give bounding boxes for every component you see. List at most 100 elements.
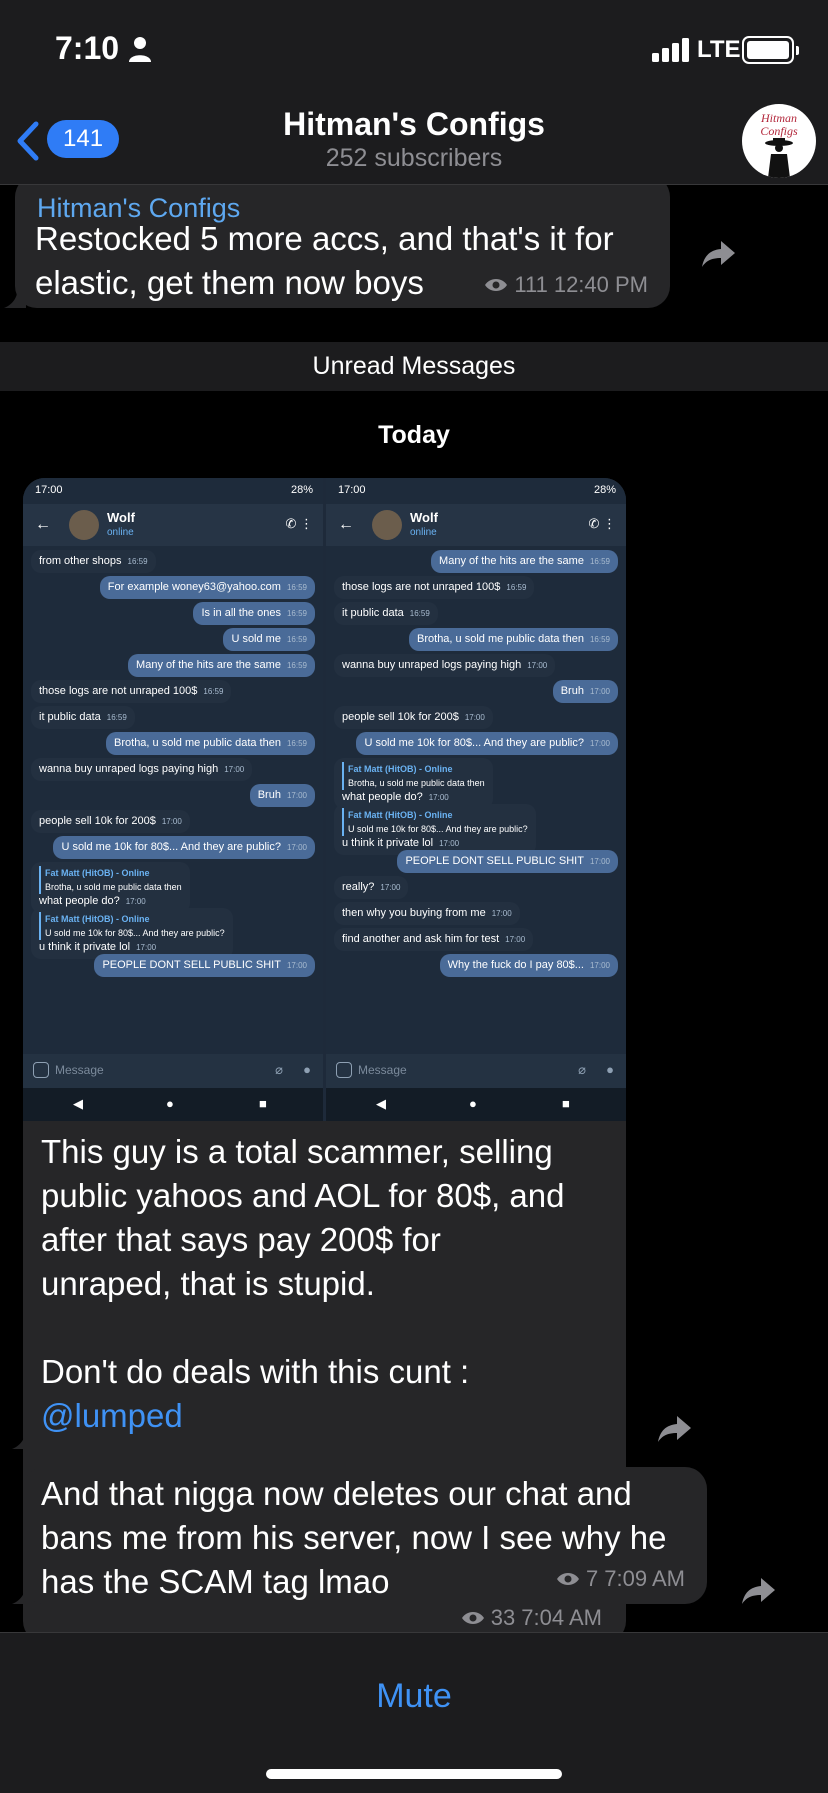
eye-icon — [461, 1612, 484, 1624]
chat-message-time: 16:59 — [286, 609, 307, 618]
quoted-text: U sold me 10k for 80$... And they are pu… — [45, 928, 225, 938]
chat-message-time: 16:59 — [506, 583, 527, 592]
mute-button[interactable]: Mute — [0, 1677, 828, 1716]
chat-message-text: from other shops — [39, 555, 122, 567]
chat-message-text: U sold me — [231, 633, 281, 645]
quoted-reply: Fat Matt (HitOB) - Online Brotha, u sold … — [342, 762, 485, 790]
chat-message: then why you buying from me 17:00 — [334, 902, 520, 925]
share-icon[interactable] — [701, 239, 737, 269]
chat-message: people sell 10k for 200$ 17:00 — [31, 810, 190, 833]
caption-text: This guy is a total scammer, selling pub… — [41, 1133, 565, 1390]
phone-battery: 28% — [290, 484, 313, 496]
chat-message: Many of the hits are the same 16:59 — [128, 654, 315, 677]
bubble-tail — [4, 286, 26, 308]
phone-chat-header: ← Wolf online ✆ ⋮ — [326, 504, 626, 546]
chat-message-time: 16:59 — [409, 609, 430, 618]
chat-message: from other shops 16:59 — [31, 550, 156, 573]
nav-recents-icon: ■ — [562, 1096, 570, 1111]
nav-recents-icon: ■ — [259, 1096, 267, 1111]
chat-message: it public data 16:59 — [334, 602, 438, 625]
chat-message-text: U sold me 10k for 80$... And they are pu… — [61, 841, 281, 853]
contact-status: online — [107, 527, 134, 538]
contact-avatar — [69, 510, 99, 540]
chat-message-time: 16:59 — [106, 713, 127, 722]
chat-message-text: For example woney63@yahoo.com — [107, 581, 281, 593]
chat-message: U sold me 10k for 80$... And they are pu… — [356, 732, 618, 755]
chat-message-text: Bruh — [560, 685, 584, 697]
phone-screenshot-right: 17:00 28% ← Wolf online ✆ ⋮ Many of the hits a… — [326, 478, 626, 1121]
chat-message-text: what people do? — [39, 895, 120, 907]
message-time: 7:09 AM — [604, 1566, 685, 1591]
chat-message-text: PEOPLE DONT SELL PUBLIC SHIT — [102, 959, 281, 971]
chat-message: it public data 16:59 — [31, 706, 135, 729]
chat-message-time: 16:59 — [286, 583, 307, 592]
media-message-bubble[interactable]: 17:00 28% ← Wolf online ✆ ⋮ from other shops 16… — [23, 478, 626, 1632]
chat-message-text: find another and ask him for test — [342, 933, 500, 945]
chat-message-time: 16:59 — [127, 557, 148, 566]
screenshot-image[interactable]: 17:00 28% ← Wolf online ✆ ⋮ from other shops 16… — [23, 478, 626, 1121]
chat-message-time: 17:00 — [527, 661, 548, 670]
signal-icon — [652, 38, 689, 62]
chat-message-text: people sell 10k for 200$ — [39, 815, 156, 827]
chat-message: wanna buy unraped logs paying high 17:00 — [31, 758, 253, 781]
quoted-text: U sold me 10k for 80$... And they are pu… — [348, 824, 528, 834]
chat-message-time: 17:00 — [224, 765, 245, 774]
avatar-logo-text: Hitman Configs — [760, 111, 798, 138]
phone-chat-header: ← Wolf online ✆ ⋮ — [23, 504, 323, 546]
channel-title[interactable]: Hitman's Configs — [0, 106, 828, 143]
phone-nav-bar: ◀ ● ■ — [326, 1088, 626, 1121]
chat-message-text: Why the fuck do I pay 80$... — [447, 959, 584, 971]
chat-message: find another and ask him for test 17:00 — [334, 928, 534, 951]
status-bar: 7:10 LTE — [0, 0, 828, 96]
chat-message-time: 17:00 — [286, 961, 307, 970]
chat-message-time: 16:59 — [589, 635, 610, 644]
quoted-author: Fat Matt (HitOB) - Online — [45, 868, 150, 878]
hitman-silhouette-icon — [765, 138, 793, 178]
message-time: 12:40 PM — [553, 272, 648, 297]
message-caption: This guy is a total scammer, selling pub… — [41, 1130, 611, 1438]
chat-message-text: those logs are not unraped 100$ — [342, 581, 501, 593]
chat-message: wanna buy unraped logs paying high 17:00 — [334, 654, 556, 677]
message-meta: 7 7:09 AM — [556, 1566, 685, 1592]
chat-message-text: then why you buying from me — [342, 907, 486, 919]
call-menu-icons: ✆ ⋮ — [285, 516, 313, 531]
paperclip-icon: ⌀ — [578, 1062, 586, 1077]
paperclip-icon: ⌀ — [275, 1062, 283, 1077]
nav-back-icon: ◀ — [73, 1096, 83, 1111]
quoted-reply: Fat Matt (HitOB) - Online U sold me 10k f… — [39, 912, 225, 940]
chat-message: Bruh 17:00 — [552, 680, 618, 703]
chat-message-text: those logs are not unraped 100$ — [39, 685, 198, 697]
chat-message-time: 17:00 — [505, 935, 526, 944]
chat-message-text: Is in all the ones — [201, 607, 281, 619]
subscriber-count: 252 subscribers — [325, 144, 503, 172]
chat-message-text: Brotha, u sold me public data then — [417, 633, 584, 645]
phone-message-input: Message ⌀ ● — [326, 1054, 626, 1088]
chat-message-time: 17:00 — [286, 791, 307, 800]
chat-message: Fat Matt (HitOB) - Online Brotha, u sold … — [334, 758, 493, 809]
quoted-author: Fat Matt (HitOB) - Online — [45, 914, 150, 924]
chat-message-text: u think it private lol — [342, 837, 434, 849]
message-bubble[interactable]: Hitman's Configs Restocked 5 more accs, … — [15, 185, 670, 308]
channel-avatar[interactable]: Hitman Configs — [742, 104, 816, 178]
message-list[interactable]: Hitman's Configs Restocked 5 more accs, … — [0, 185, 828, 1632]
chat-message: U sold me 10k for 80$... And they are pu… — [53, 836, 315, 859]
chat-message-time: 17:00 — [589, 687, 610, 696]
phone-status-bar: 17:00 28% — [326, 478, 626, 504]
phone-clock: 17:00 — [35, 484, 63, 496]
bubble-tail — [12, 1582, 34, 1604]
chat-message-time: 17:00 — [428, 793, 449, 802]
share-icon[interactable] — [741, 1576, 777, 1606]
sticker-icon — [336, 1062, 352, 1078]
eye-icon — [485, 279, 508, 291]
unread-messages-divider: Unread Messages — [0, 342, 828, 391]
home-indicator[interactable] — [266, 1769, 562, 1779]
message-bubble[interactable]: And that nigga now deletes our chat and … — [23, 1467, 707, 1604]
chat-message: Bruh 17:00 — [249, 784, 315, 807]
person-icon — [129, 37, 151, 62]
chat-message-text: wanna buy unraped logs paying high — [39, 763, 219, 775]
clock: 7:10 — [55, 30, 120, 66]
username-mention[interactable]: @lumped — [41, 1397, 183, 1434]
share-icon[interactable] — [657, 1414, 693, 1444]
back-arrow-icon: ← — [338, 516, 354, 533]
quoted-reply: Fat Matt (HitOB) - Online U sold me 10k f… — [342, 808, 528, 836]
